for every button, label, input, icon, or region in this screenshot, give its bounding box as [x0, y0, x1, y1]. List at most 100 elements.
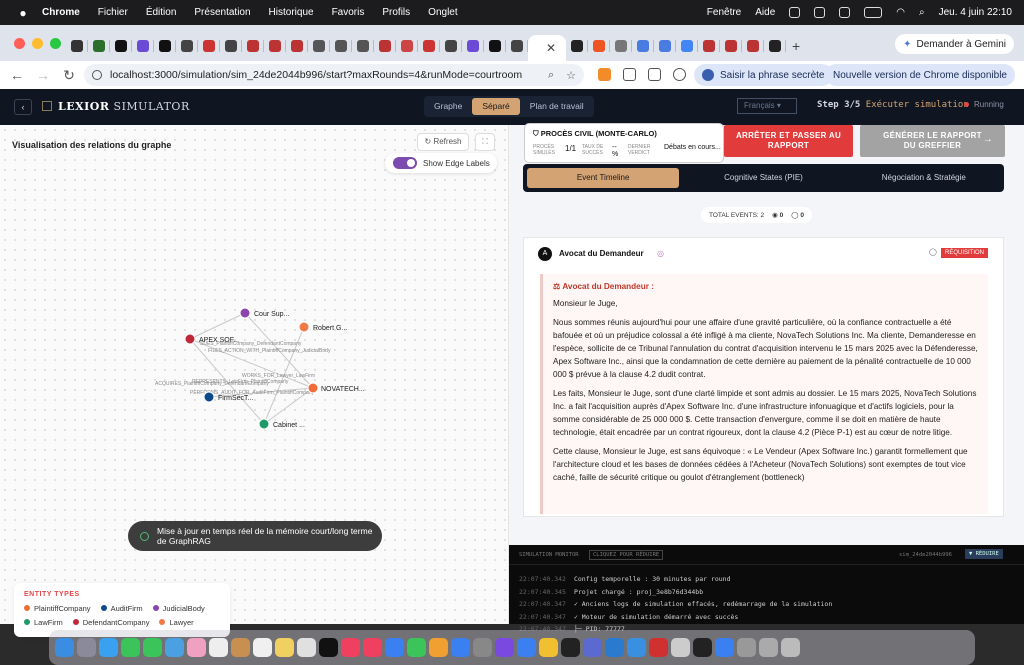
menu-presentation[interactable]: Présentation — [194, 7, 250, 18]
search-icon[interactable]: ⌕ — [919, 7, 925, 18]
gemini-button[interactable]: ✦ Demander à Gemini — [895, 34, 1014, 54]
menu-profils[interactable]: Profils — [382, 7, 410, 18]
zoom-icon[interactable]: ⌕ — [548, 69, 554, 82]
back-button[interactable]: ‹ — [14, 99, 32, 115]
photos-icon[interactable] — [187, 638, 206, 657]
bookmark-star-icon[interactable]: ☆ — [566, 69, 576, 82]
browser-tab[interactable] — [198, 35, 220, 57]
menu-fenetre[interactable]: Fenêtre — [707, 7, 741, 18]
apple-icon[interactable]: ● — [12, 6, 34, 20]
refresh-button[interactable]: ↻ Refresh — [417, 133, 469, 151]
language-select[interactable]: Français ▾ — [737, 98, 797, 114]
browser-tab[interactable] — [676, 35, 698, 57]
browser-tab[interactable] — [132, 35, 154, 57]
passphrase-pill[interactable]: Saisir la phrase secrète — [694, 64, 833, 86]
browser-tab[interactable] — [110, 35, 132, 57]
download-icon[interactable] — [673, 68, 686, 81]
browser-tab[interactable] — [720, 35, 742, 57]
new-tab-icon[interactable]: + — [792, 38, 800, 54]
stop-and-report-button[interactable]: ARRÊTER ET PASSER AU RAPPORT — [724, 125, 853, 157]
contacts-icon[interactable] — [231, 638, 250, 657]
menu-favoris[interactable]: Favoris — [332, 7, 365, 18]
browser-tab[interactable] — [484, 35, 506, 57]
browser-tab[interactable] — [220, 35, 242, 57]
monitor-hint[interactable]: CLIQUEZ POUR RÉDUIRE — [589, 550, 664, 560]
menu-onglet[interactable]: Onglet — [428, 7, 457, 18]
browser-tab[interactable] — [764, 35, 786, 57]
browser-tab[interactable] — [66, 35, 88, 57]
browser-tab[interactable] — [610, 35, 632, 57]
url-text[interactable]: localhost:3000/simulation/sim_24de2044b9… — [110, 69, 522, 81]
browser-tab[interactable] — [632, 35, 654, 57]
news-icon[interactable] — [363, 638, 382, 657]
graph-node[interactable] — [239, 307, 251, 319]
menu-edition[interactable]: Édition — [146, 7, 177, 18]
vscode-icon[interactable] — [605, 638, 624, 657]
graph-node[interactable] — [298, 321, 310, 333]
generate-report-button[interactable]: GÉNÉRER LE RAPPORT DU GREFFIER → — [860, 125, 1005, 157]
browser-tab[interactable] — [352, 35, 374, 57]
maps-icon[interactable] — [165, 638, 184, 657]
view-tab-separe[interactable]: Séparé — [472, 98, 520, 115]
preview-icon[interactable] — [759, 638, 778, 657]
keynote-icon[interactable] — [451, 638, 470, 657]
browser-tab-active[interactable]: ✕ — [528, 35, 566, 61]
browser-tab[interactable] — [308, 35, 330, 57]
status-icon-1[interactable] — [789, 7, 801, 18]
app-icon[interactable] — [693, 638, 712, 657]
browser-tab[interactable] — [698, 35, 720, 57]
calendar-icon[interactable] — [209, 638, 228, 657]
browser-tab[interactable] — [588, 35, 610, 57]
pages-icon[interactable] — [429, 638, 448, 657]
app-icon[interactable] — [495, 638, 514, 657]
simulation-monitor[interactable]: SIMULATION MONITOR CLIQUEZ POUR RÉDUIRE … — [509, 545, 1024, 633]
terminal-icon[interactable] — [561, 638, 580, 657]
reminders-icon[interactable] — [253, 638, 272, 657]
numbers-icon[interactable] — [407, 638, 426, 657]
browser-tab[interactable] — [242, 35, 264, 57]
browser-tab[interactable] — [742, 35, 764, 57]
browser-tab[interactable] — [506, 35, 528, 57]
update-pill[interactable]: Nouvelle version de Chrome disponible — [825, 64, 1015, 86]
acrobat-icon[interactable] — [649, 638, 668, 657]
notes-icon[interactable] — [275, 638, 294, 657]
view-tab-graphe[interactable]: Graphe — [424, 98, 472, 115]
menu-historique[interactable]: Historique — [269, 7, 314, 18]
menu-fichier[interactable]: Fichier — [98, 7, 128, 18]
graph-node[interactable] — [203, 391, 215, 403]
chrome-icon[interactable] — [539, 638, 558, 657]
music-icon[interactable] — [341, 638, 360, 657]
extensions-icon[interactable] — [623, 68, 636, 81]
browser-tab[interactable] — [286, 35, 308, 57]
browser-tab[interactable] — [264, 35, 286, 57]
tab-event-timeline[interactable]: Event Timeline — [527, 168, 680, 188]
reduce-button[interactable]: ▼ RÉDUIRE — [965, 549, 1003, 559]
browser-tab[interactable] — [654, 35, 676, 57]
status-icon-2[interactable] — [814, 7, 826, 18]
browser-tab[interactable] — [440, 35, 462, 57]
tab-cognitive-states[interactable]: Cognitive States (PIE) — [687, 168, 839, 188]
minimize-window-button[interactable] — [32, 38, 43, 49]
battery-icon[interactable] — [864, 7, 883, 18]
messages-icon[interactable] — [121, 638, 140, 657]
safari-icon[interactable] — [99, 638, 118, 657]
freeform-icon[interactable] — [297, 638, 316, 657]
forward-icon[interactable]: → — [30, 67, 56, 83]
cast-icon[interactable] — [648, 68, 661, 81]
view-tab-plan[interactable]: Plan de travail — [520, 98, 594, 115]
launchpad-icon[interactable] — [77, 638, 96, 657]
tv-icon[interactable] — [319, 638, 338, 657]
back-icon[interactable]: ← — [4, 67, 30, 83]
app-icon[interactable] — [517, 638, 536, 657]
graph-node[interactable] — [184, 333, 196, 345]
trash-icon[interactable] — [781, 638, 800, 657]
close-tab-icon[interactable]: ✕ — [546, 41, 556, 55]
clock[interactable]: Jeu. 4 juin 22:10 — [939, 7, 1012, 18]
browser-tab[interactable] — [88, 35, 110, 57]
docker-icon[interactable] — [627, 638, 646, 657]
graph-node[interactable] — [307, 382, 319, 394]
zoom-window-button[interactable] — [50, 38, 61, 49]
app-icon[interactable] — [671, 638, 690, 657]
app-icon[interactable] — [583, 638, 602, 657]
status-icon-3[interactable] — [839, 7, 851, 18]
